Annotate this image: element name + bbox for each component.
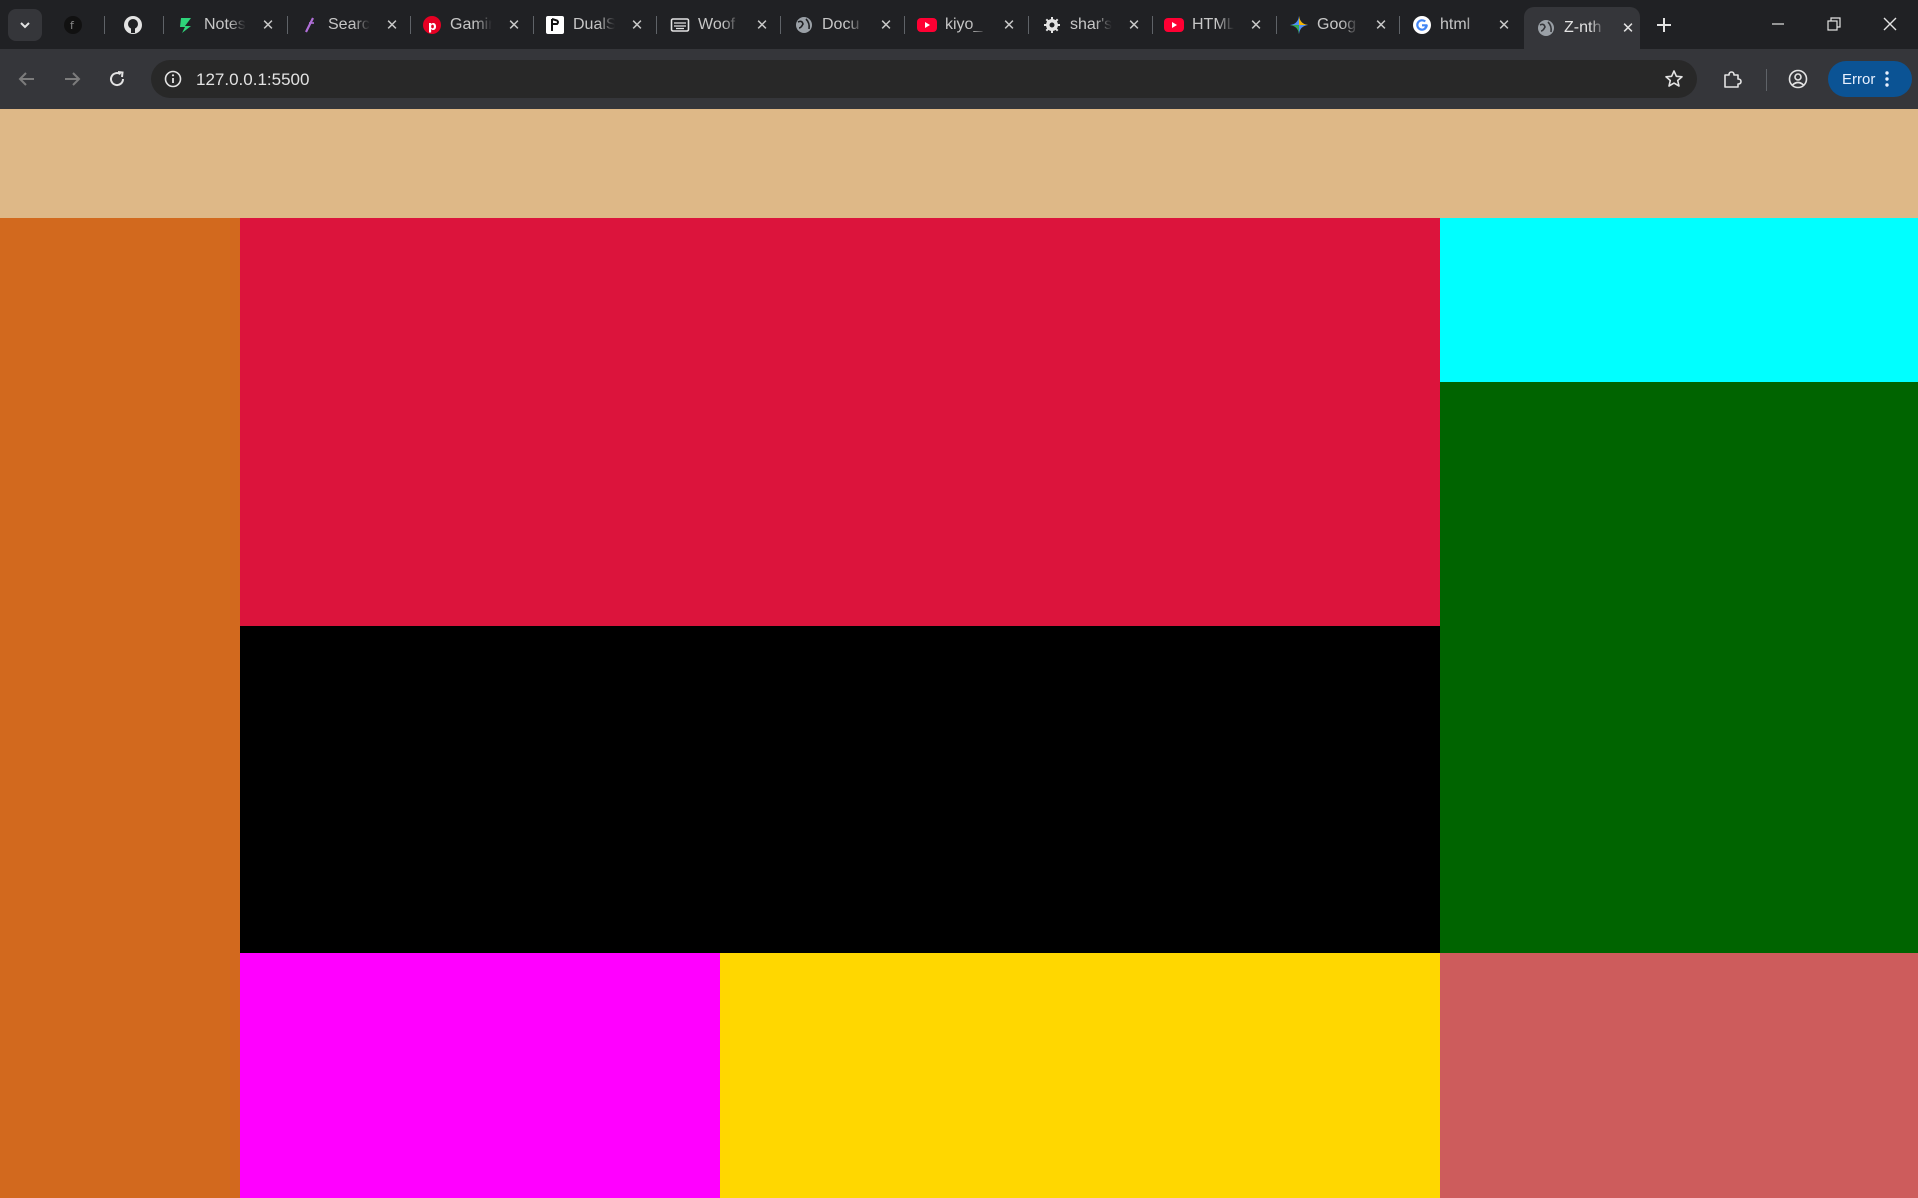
close-icon[interactable]: ✕ (1371, 15, 1391, 35)
minimize-icon (1772, 23, 1784, 25)
tab-0[interactable]: f (63, 8, 91, 41)
close-icon[interactable]: ✕ (1124, 15, 1144, 35)
plus-icon (1657, 18, 1671, 32)
new-tab-button[interactable] (1648, 9, 1680, 41)
restore-button[interactable] (1806, 0, 1862, 48)
profile-button[interactable] (1780, 61, 1816, 97)
puzzle-icon (1724, 71, 1742, 88)
tab-title: DualSense (573, 15, 615, 33)
tab-title: shar's (1070, 15, 1112, 33)
address-bar[interactable]: 127.0.0.1:5500 (151, 60, 1697, 98)
tab-1[interactable] (123, 8, 151, 41)
arrow-left-icon (18, 72, 34, 86)
close-icon[interactable]: ✕ (752, 15, 772, 35)
header-block (0, 109, 1918, 218)
main-top-block (240, 218, 1440, 626)
tab-search-button[interactable] (8, 9, 42, 41)
tab-title: Search (328, 15, 370, 33)
restore-icon (1827, 17, 1841, 31)
tab-title: Notes (204, 15, 246, 33)
playstation-icon (545, 15, 565, 35)
site-info-icon[interactable] (160, 66, 186, 92)
tab-8[interactable]: kiyo_ ✕ (917, 8, 1019, 41)
close-icon[interactable]: ✕ (1246, 15, 1266, 35)
tab-title: Woof (698, 15, 736, 33)
minimize-button[interactable] (1750, 0, 1806, 48)
tab-title: Docu (822, 15, 860, 33)
close-icon (1883, 17, 1897, 31)
youtube-icon (1164, 15, 1184, 35)
notes-app-icon (176, 15, 196, 35)
close-icon[interactable]: ✕ (876, 15, 896, 35)
pinterest-icon: p (422, 15, 442, 35)
profile-icon (1788, 69, 1808, 89)
tab-title: kiyo_ (945, 15, 983, 33)
google-icon (1412, 15, 1432, 35)
bookmark-star-icon[interactable] (1661, 66, 1687, 92)
slash-search-icon (300, 15, 320, 35)
reload-icon (110, 71, 125, 87)
gemini-icon (1289, 15, 1309, 35)
circle-f-icon: f (63, 15, 83, 35)
globe-icon (1536, 18, 1556, 38)
right-middle-block (1440, 382, 1918, 953)
right-top-block (1440, 218, 1918, 382)
error-label: Error (1842, 70, 1876, 88)
url-text[interactable]: 127.0.0.1:5500 (196, 70, 309, 90)
chevron-down-icon (20, 22, 30, 29)
tab-13-active[interactable]: Z-nth ✕ (1524, 7, 1640, 49)
keyboard-icon (670, 15, 690, 35)
close-icon[interactable]: ✕ (258, 15, 278, 35)
github-icon (123, 15, 143, 35)
tab-2[interactable]: Notes ✕ (176, 8, 278, 41)
tab-10[interactable]: HTML ✕ (1164, 8, 1266, 41)
tab-7[interactable]: Docu ✕ (794, 8, 896, 41)
browser-toolbar: 127.0.0.1:5500 Error (0, 49, 1918, 109)
extensions-button[interactable] (1714, 61, 1750, 97)
bottom-left-block (240, 953, 720, 1198)
forward-button[interactable] (54, 61, 90, 97)
close-window-button[interactable] (1862, 0, 1918, 48)
arrow-right-icon (65, 72, 81, 86)
tab-6[interactable]: Woof ✕ (670, 8, 772, 41)
close-icon[interactable]: ✕ (1494, 15, 1514, 35)
tab-12[interactable]: html ✕ (1412, 8, 1514, 41)
tab-title: html (1440, 15, 1471, 33)
globe-icon (794, 15, 814, 35)
tab-11[interactable]: Goog ✕ (1289, 8, 1391, 41)
tab-strip: f Notes ✕ Search ✕ p Gaming ✕ D (0, 0, 1918, 49)
tab-9[interactable]: shar's ✕ (1042, 8, 1144, 41)
page-viewport (0, 109, 1918, 1198)
main-middle-block (240, 626, 1440, 953)
tab-title: Gaming (450, 15, 492, 33)
close-icon[interactable]: ✕ (504, 15, 524, 35)
gear-icon (1042, 15, 1062, 35)
reload-button[interactable] (99, 61, 135, 97)
more-vert-icon (1885, 71, 1890, 87)
tab-5[interactable]: DualSense ✕ (545, 8, 647, 41)
bottom-middle-block (720, 953, 1440, 1198)
bottom-right-block (1440, 953, 1918, 1198)
tab-title: Goog (1317, 15, 1357, 33)
youtube-icon (917, 15, 937, 35)
tab-3[interactable]: Search ✕ (300, 8, 402, 41)
close-icon[interactable]: ✕ (999, 15, 1019, 35)
tab-4[interactable]: p Gaming ✕ (422, 8, 524, 41)
error-button[interactable]: Error (1828, 61, 1912, 97)
tab-title: Z-nth (1564, 19, 1602, 36)
svg-text:p: p (428, 19, 437, 33)
back-button[interactable] (9, 61, 45, 97)
left-sidebar-block (0, 218, 240, 1198)
close-icon[interactable]: ✕ (382, 15, 402, 35)
close-icon[interactable]: ✕ (627, 15, 647, 35)
tab-title: HTML (1192, 15, 1234, 33)
close-icon[interactable]: ✕ (1618, 18, 1638, 38)
